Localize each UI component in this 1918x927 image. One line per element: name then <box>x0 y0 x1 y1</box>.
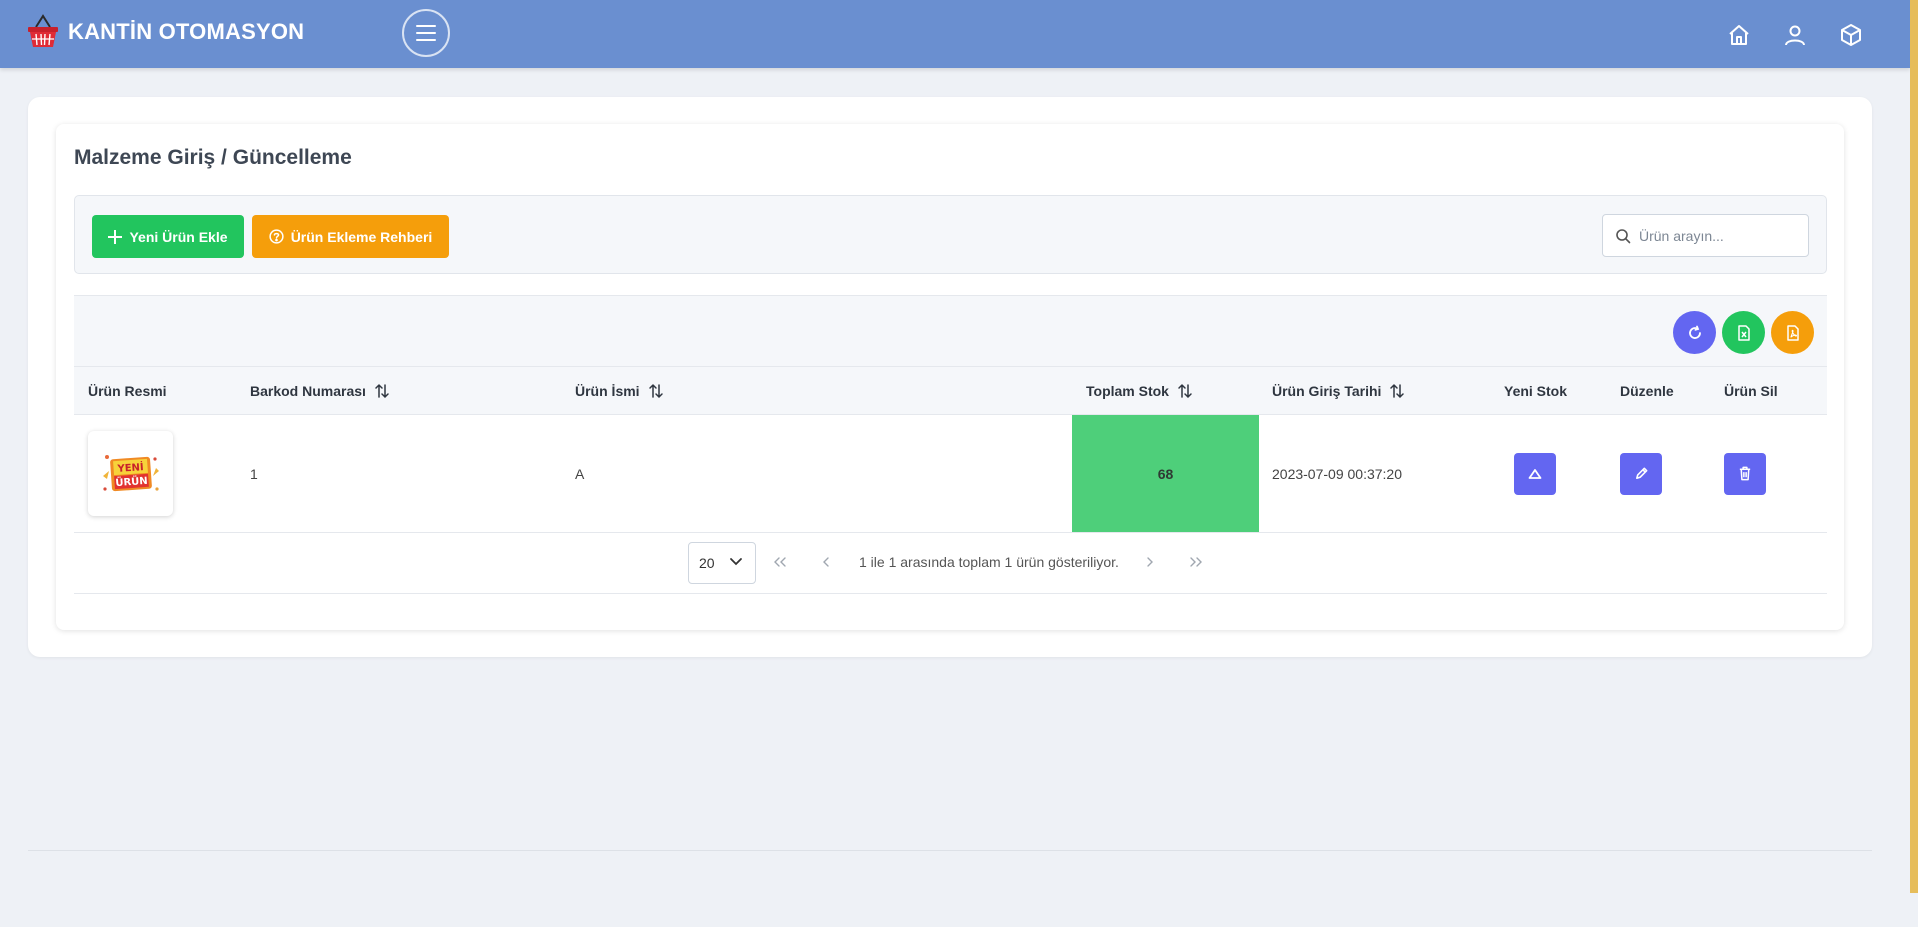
col-header-new-stock-label: Yeni Stok <box>1504 382 1568 399</box>
triangle-up-icon <box>1528 468 1542 479</box>
search-box <box>1602 214 1809 257</box>
prev-page-button[interactable] <box>814 550 838 574</box>
pagination-info: 1 ile 1 arasında toplam 1 ürün gösterili… <box>859 554 1119 570</box>
export-excel-button[interactable] <box>1722 311 1765 354</box>
box-icon <box>1841 24 1861 46</box>
trash-icon <box>1739 466 1751 481</box>
products-button[interactable] <box>1836 20 1866 50</box>
barcode-cell: 1 <box>250 465 258 482</box>
hamburger-icon <box>416 25 436 41</box>
col-header-total-stock-label: Toplam Stok <box>1086 382 1169 399</box>
table-actions-bar <box>74 295 1827 366</box>
right-edge-strip <box>1910 0 1918 893</box>
col-header-total-stock[interactable]: Toplam Stok <box>1086 367 1193 414</box>
pagination: 20 1 ile 1 arasında toplam 1 ürün göster… <box>74 534 1827 594</box>
excel-file-icon <box>1737 324 1750 341</box>
add-product-button[interactable]: Yeni Ürün Ekle <box>92 215 244 258</box>
col-header-image-label: Ürün Resmi <box>88 382 167 399</box>
page-size-select[interactable]: 20 <box>688 542 756 584</box>
app-title: KANTİN OTOMASYON <box>68 19 305 44</box>
home-button[interactable] <box>1724 20 1754 50</box>
search-input[interactable] <box>1639 227 1799 244</box>
chevrons-left-icon <box>774 557 786 567</box>
menu-toggle-button[interactable] <box>402 9 450 57</box>
chevron-down-icon <box>730 558 742 566</box>
col-header-edit-label: Düzenle <box>1620 382 1674 399</box>
col-header-entry-date[interactable]: Ürün Giriş Tarihi <box>1272 367 1405 414</box>
col-header-edit: Düzenle <box>1620 367 1674 414</box>
plus-icon <box>108 229 123 244</box>
product-guide-label: Ürün Ekleme Rehberi <box>290 228 433 245</box>
topbar-icons <box>1724 20 1866 50</box>
col-header-entry-date-label: Ürün Giriş Tarihi <box>1272 382 1382 399</box>
question-circle-icon <box>269 229 284 244</box>
delete-cell <box>1724 415 1766 532</box>
last-page-button[interactable] <box>1184 550 1208 574</box>
col-header-delete-label: Ürün Sil <box>1724 382 1778 399</box>
col-header-name-label: Ürün İsmi <box>575 382 640 399</box>
top-navbar: KANTİN OTOMASYON <box>0 0 1910 68</box>
col-header-name[interactable]: Ürün İsmi <box>575 367 664 414</box>
pencil-icon <box>1635 467 1647 479</box>
product-name-cell: A <box>575 465 585 482</box>
edit-button[interactable] <box>1620 452 1662 495</box>
col-header-barcode[interactable]: Barkod Numarası <box>250 367 390 414</box>
col-header-image: Ürün Resmi <box>88 367 167 414</box>
product-image-cell: YENİ ÜRÜN <box>88 415 173 532</box>
chevron-right-icon <box>1147 557 1153 567</box>
refresh-button[interactable] <box>1673 311 1716 354</box>
total-stock-cell: 68 <box>1072 415 1259 532</box>
next-page-button[interactable] <box>1138 550 1162 574</box>
col-header-new-stock: Yeni Stok <box>1504 367 1567 414</box>
home-icon <box>1729 25 1749 45</box>
edit-cell <box>1620 415 1662 532</box>
basket-logo-icon <box>28 14 58 47</box>
footer-divider <box>28 850 1872 851</box>
sort-icon[interactable] <box>648 383 664 399</box>
first-page-button[interactable] <box>768 550 792 574</box>
delete-button[interactable] <box>1724 452 1766 495</box>
chevrons-right-icon <box>1190 557 1202 567</box>
new-stock-cell <box>1514 415 1556 532</box>
page-title: Malzeme Giriş / Güncelleme <box>74 146 352 169</box>
profile-button[interactable] <box>1780 20 1810 50</box>
export-pdf-button[interactable] <box>1771 311 1814 354</box>
bottom-edge-strip <box>0 893 1918 927</box>
add-product-label: Yeni Ürün Ekle <box>129 228 228 245</box>
refresh-icon <box>1688 325 1701 339</box>
sort-icon[interactable] <box>1177 383 1193 399</box>
product-guide-button[interactable]: Ürün Ekleme Rehberi <box>252 215 449 258</box>
new-product-badge-image: YENİ ÜRÜN <box>102 454 159 491</box>
table-header: Ürün Resmi Barkod Numarası Ürün İsmi Top… <box>74 366 1827 415</box>
user-icon <box>1785 25 1805 46</box>
sort-icon[interactable] <box>374 383 390 399</box>
brand[interactable]: KANTİN OTOMASYON <box>26 14 304 50</box>
page-size-value: 20 <box>699 555 715 571</box>
toolbar: Yeni Ürün Ekle Ürün Ekleme Rehberi <box>74 195 1827 274</box>
pdf-file-icon <box>1786 324 1799 341</box>
chevron-left-icon <box>823 557 829 567</box>
product-image[interactable]: YENİ ÜRÜN <box>88 431 173 516</box>
sort-icon[interactable] <box>1389 383 1405 399</box>
search-icon <box>1616 228 1631 243</box>
col-header-delete: Ürün Sil <box>1724 367 1778 414</box>
add-stock-button[interactable] <box>1514 452 1556 495</box>
entry-date-cell: 2023-07-09 00:37:20 <box>1272 465 1402 482</box>
table-row: YENİ ÜRÜN 1 A 68 2023-07-09 00:37:20 <box>74 415 1827 533</box>
col-header-barcode-label: Barkod Numarası <box>250 382 366 399</box>
